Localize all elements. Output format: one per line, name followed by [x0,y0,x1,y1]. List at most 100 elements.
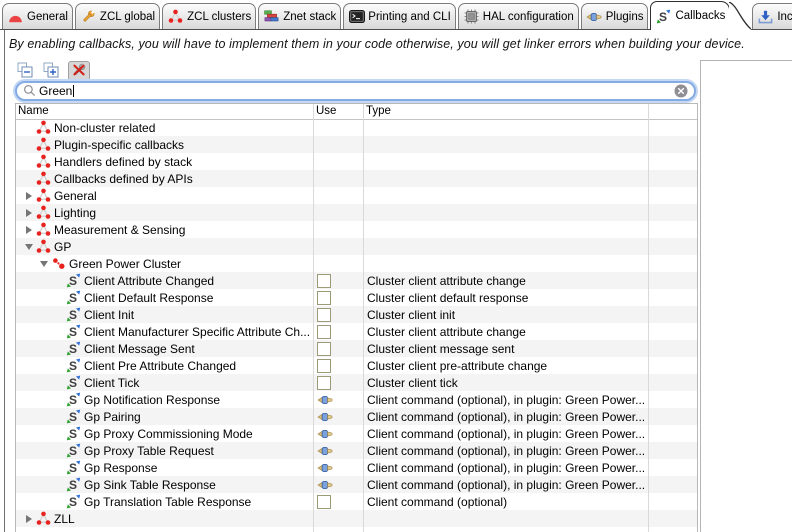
row-label: Lighting [54,205,97,220]
column-header-name[interactable]: Name [16,104,314,119]
plugin-icon [317,428,333,440]
tree-row-client-pre-attribute-changed[interactable]: S Client Pre Attribute Changed Cluster cli… [16,357,697,374]
tree-row-client-tick[interactable]: S Client Tick Cluster client tick [16,374,697,391]
use-checkbox[interactable] [317,341,331,356]
tree-row-gp-response[interactable]: S Gp Response Client command (optional), i… [16,459,697,476]
row-type: Cluster client pre-attribute change [367,358,548,373]
row-label: General [54,188,97,203]
tab-znet-stack[interactable]: Znet stack [258,3,342,29]
tree-row-handlers-defined-by-stack[interactable]: Handlers defined by stack [16,153,697,170]
search-input[interactable] [39,83,659,98]
tree-row-zll[interactable]: ZLL [16,510,697,527]
use-checkbox[interactable] [317,358,331,373]
tree-row-non-cluster-related[interactable]: Non-cluster related [16,119,697,136]
download-icon [757,9,774,25]
use-checkbox[interactable] [317,494,331,509]
expand-all-button[interactable] [42,62,60,80]
expand-arrow-icon[interactable] [22,204,35,221]
tree-row-client-message-sent[interactable]: S Client Message Sent Cluster client messa… [16,340,697,357]
tree-row-gp-translation-table-response[interactable]: S Gp Translation Table Response Client com… [16,493,697,510]
tree-row-client-manufacturer-specific-attribute-ch[interactable]: S Client Manufacturer Specific Attribute … [16,323,697,340]
arrow-spacer [52,306,65,323]
callbacks-table: Name Use Type Non-cluster related Plugin-… [15,103,698,532]
terminal-icon [348,9,365,25]
svg-text:S: S [69,359,77,373]
collapse-arrow-icon[interactable] [22,238,35,255]
tab-label: Plugins [605,10,644,23]
tab-callbacks[interactable]: S Callbacks [650,1,752,30]
column-header-type[interactable]: Type [364,104,649,119]
tree-row-client-init[interactable]: S Client Init Cluster client init [16,306,697,323]
tree-row-lighting[interactable]: Lighting [16,204,697,221]
tab-general[interactable]: General [2,3,73,29]
tree-row-plugin-specific-callbacks[interactable]: Plugin-specific callbacks [16,136,697,153]
tab-hal-configuration[interactable]: HAL configuration [457,3,579,29]
cluster-icon [35,137,51,152]
tree-row-general[interactable]: General [16,187,697,204]
wrench-x-icon [71,62,87,81]
row-label: Gp Notification Response [84,392,221,407]
search-field[interactable] [15,81,696,101]
tab-label: General [27,10,68,23]
callback-icon: S [65,426,81,441]
clear-search-button[interactable] [674,84,688,98]
cluster-icon [35,239,51,254]
svg-text:S: S [69,461,77,475]
tree-row-measurement-sensing[interactable]: Measurement & Sensing [16,221,697,238]
plugin-icon [317,462,333,474]
svg-text:S: S [69,376,77,390]
tab-plugins[interactable]: Plugins [580,3,649,29]
tab-label: HAL configuration [482,10,574,23]
tree-row-gp-proxy-commissioning-mode[interactable]: S Gp Proxy Commissioning Mode Client comma… [16,425,697,442]
collapse-arrow-icon[interactable] [37,255,50,272]
tab-include[interactable]: Include [752,3,792,29]
use-checkbox[interactable] [317,375,331,390]
row-label: Gp Sink Table Response [84,477,216,492]
tab-zcl-clusters[interactable]: ZCL clusters [162,3,257,29]
plugin-icon [317,445,333,457]
tab-zcl-global[interactable]: ZCL global [74,3,161,29]
tree-row-gp-proxy-table-request[interactable]: S Gp Proxy Table Request Client command (o… [16,442,697,459]
column-header-use[interactable]: Use [314,104,364,119]
tree-row-callbacks-defined-by-apis[interactable]: Callbacks defined by APIs [16,170,697,187]
callback-icon: S [65,460,81,475]
row-type: Client command (optional), in plugin: Gr… [367,460,646,475]
arrow-spacer [52,493,65,510]
cluster-icon [35,205,51,220]
row-type: Cluster client default response [367,290,529,305]
row-label: Client Tick [84,375,140,390]
clear-circle-x-icon [674,84,688,98]
stack-icon [263,9,280,25]
row-label: Measurement & Sensing [54,222,186,237]
use-checkbox[interactable] [317,307,331,322]
row-label: ZLL [54,511,75,526]
clear-filter-button[interactable] [68,61,90,81]
tree-row-gp[interactable]: GP [16,238,697,255]
use-checkbox[interactable] [317,324,331,339]
tab-label: ZCL global [99,10,156,23]
arrow-spacer [52,340,65,357]
cluster-icon [35,511,51,526]
row-label: Gp Translation Table Response [84,494,252,509]
row-label: Client Pre Attribute Changed [84,358,237,373]
arrow-spacer [52,289,65,306]
use-checkbox[interactable] [317,273,331,288]
tree-row-green-power-cluster[interactable]: Green Power Cluster [16,255,697,272]
callback-icon: S [65,341,81,356]
row-type: Client command (optional), in plugin: Gr… [367,443,646,458]
arrow-spacer [52,357,65,374]
tree-row-gp-notification-response[interactable]: S Gp Notification Response Client command … [16,391,697,408]
tree-row-gp-sink-table-response[interactable]: S Gp Sink Table Response Client command (o… [16,476,697,493]
expand-arrow-icon[interactable] [22,221,35,238]
collapse-all-button[interactable] [16,62,34,80]
expand-arrow-icon[interactable] [22,510,35,527]
plugin-icon [317,411,333,423]
tree-row-client-default-response[interactable]: S Client Default Response Cluster client d… [16,289,697,306]
tab-printing-and-cli[interactable]: Printing and CLI [343,3,456,29]
tree-row-empty [16,527,697,532]
expand-arrow-icon[interactable] [22,187,35,204]
row-label: Green Power Cluster [69,256,182,271]
tree-row-client-attribute-changed[interactable]: S Client Attribute Changed Cluster client … [16,272,697,289]
tree-row-gp-pairing[interactable]: S Gp Pairing Client command (optional), in… [16,408,697,425]
use-checkbox[interactable] [317,290,331,305]
